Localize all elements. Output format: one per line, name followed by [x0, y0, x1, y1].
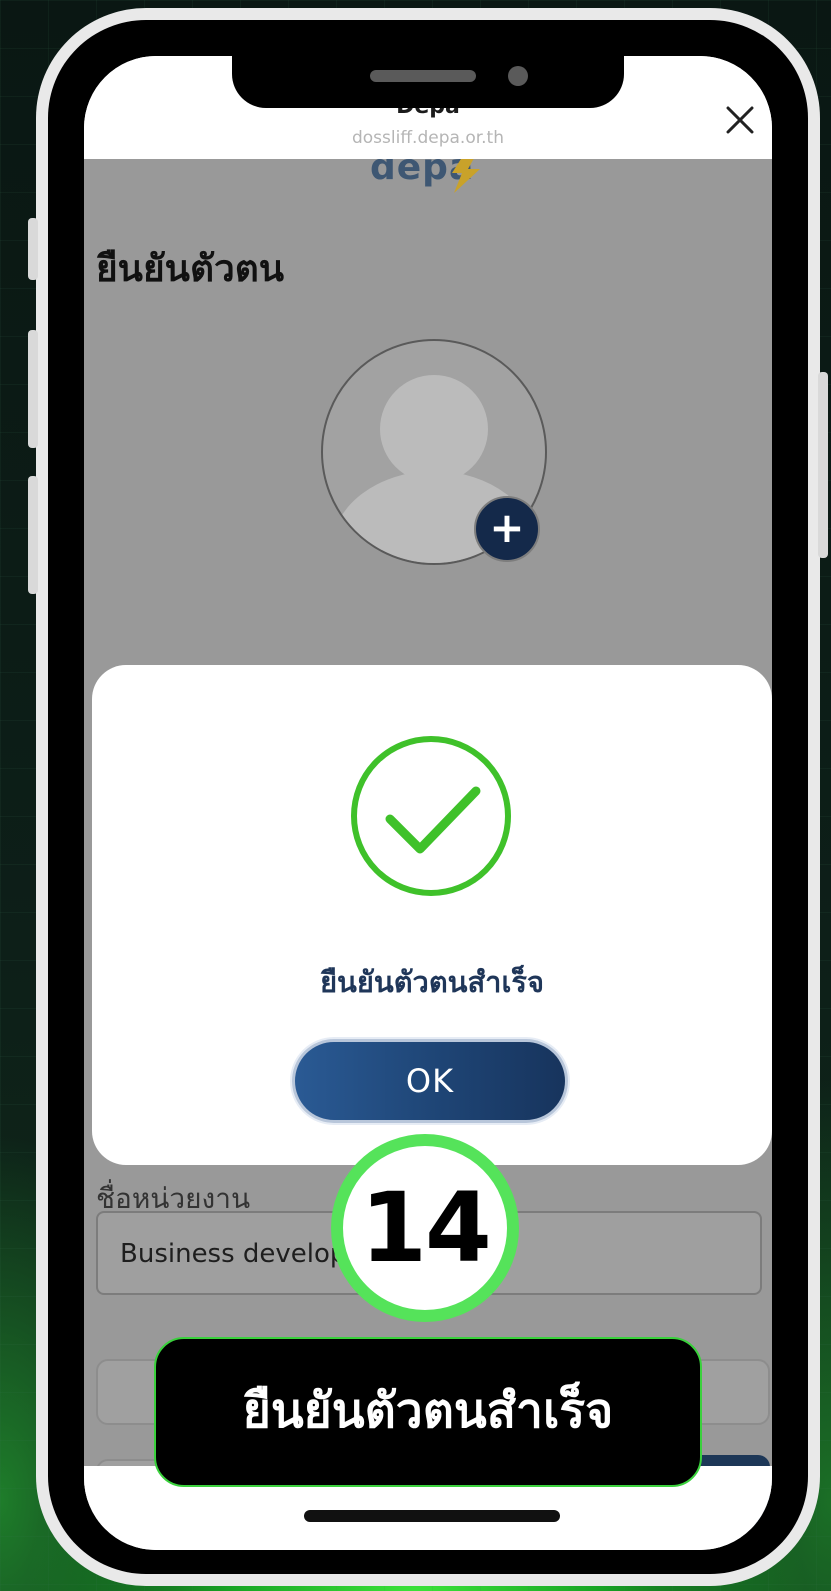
unit-name-value: Business develop	[120, 1239, 347, 1269]
page-title: ยืนยันตัวตน	[96, 247, 285, 290]
silent-switch	[28, 218, 38, 280]
volume-down-button	[28, 476, 38, 594]
home-indicator[interactable]	[304, 1510, 560, 1522]
success-dialog: ยืนยันตัวตนสำเร็จ OK	[92, 665, 772, 1165]
success-message: ยืนยันตัวตนสำเร็จ	[320, 965, 544, 999]
speaker-grille	[370, 70, 476, 82]
ok-button[interactable]: OK	[292, 1039, 568, 1123]
site-url: dossliff.depa.or.th	[351, 128, 504, 148]
close-icon[interactable]	[720, 100, 760, 140]
verify-page: depa ยืนยันตัวตน + ชื่อหน่วยงาน Business…	[84, 147, 772, 1539]
add-photo-icon[interactable]: +	[474, 496, 540, 562]
phone-notch	[232, 56, 624, 108]
avatar-head	[380, 375, 488, 483]
front-camera	[508, 66, 528, 86]
step-caption: ยืนยันตัวตนสำเร็จ	[154, 1337, 702, 1487]
power-button	[818, 372, 828, 558]
volume-up-button	[28, 330, 38, 448]
check-circle-icon	[351, 736, 511, 896]
phone-screen: depa ยืนยันตัวตน + ชื่อหน่วยงาน Business…	[84, 56, 772, 1550]
step-number-badge: 14	[331, 1134, 519, 1322]
